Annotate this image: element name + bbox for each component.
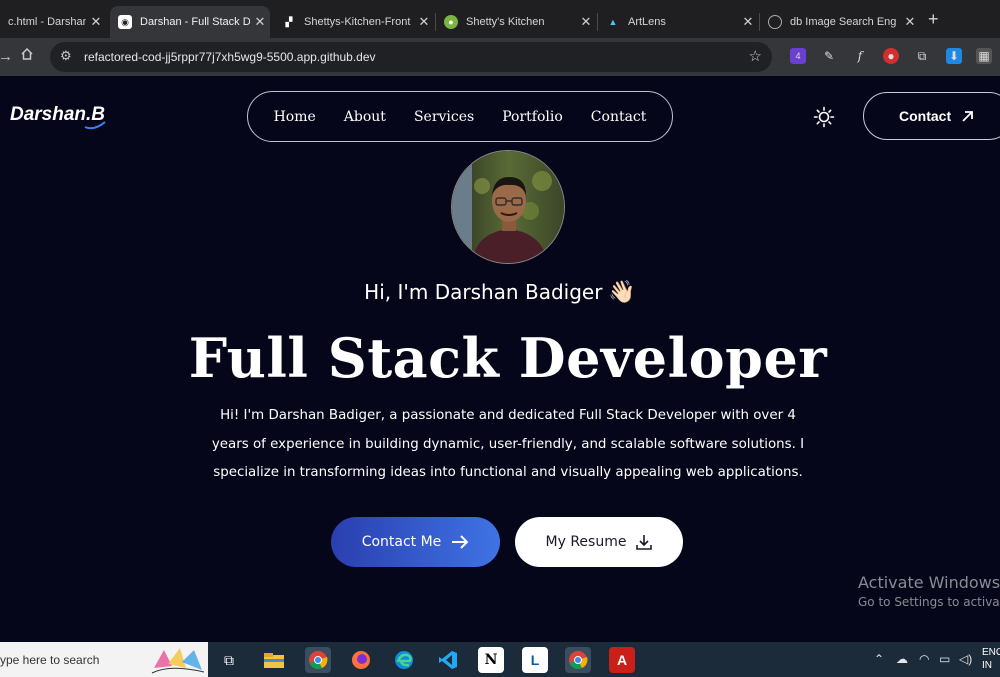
- wifi-icon[interactable]: ◠: [919, 652, 929, 666]
- app-l-icon[interactable]: L: [522, 647, 548, 673]
- tab-title: c.html - Darshan: [8, 16, 86, 28]
- address-bar[interactable]: ⚙ refactored-cod-jj5rppr77j7xh5wg9-5500.…: [50, 42, 772, 72]
- chrome-profile-icon[interactable]: [565, 647, 591, 673]
- main-nav: Home About Services Portfolio Contact: [247, 91, 673, 142]
- chrome-taskbar-icon[interactable]: [305, 647, 331, 673]
- close-tab-icon[interactable]: ✕: [900, 14, 920, 30]
- codespaces-icon: ▞: [285, 16, 293, 27]
- tab-title: db Image Search Eng: [790, 16, 897, 28]
- close-tab-icon[interactable]: ✕: [414, 14, 434, 30]
- tab-image-search[interactable]: db Image Search Eng ✕: [760, 6, 920, 38]
- close-tab-icon[interactable]: ✕: [86, 14, 106, 30]
- tab-shettys-kitchen[interactable]: ● Shetty's Kitchen ✕: [436, 6, 596, 38]
- edge-icon[interactable]: [391, 647, 417, 673]
- profile-photo: [452, 151, 564, 263]
- eyedropper-extension-icon[interactable]: ✎: [821, 48, 837, 64]
- region-code: IN: [982, 660, 992, 671]
- language-code: ENG: [982, 647, 1000, 658]
- file-explorer-icon[interactable]: [261, 647, 287, 673]
- show-hidden-icons-chevron-icon[interactable]: ⌃: [874, 652, 884, 666]
- artlens-favicon-icon: ▲: [608, 17, 618, 27]
- download-extension-icon[interactable]: ⬇: [946, 48, 962, 64]
- activate-windows-watermark: Activate Windows Go to Settings to activ…: [858, 573, 1000, 609]
- close-tab-icon[interactable]: ✕: [250, 14, 270, 30]
- browser-toolbar: → ⚙ refactored-cod-jj5rppr77j7xh5wg9-550…: [0, 38, 1000, 76]
- search-highlight-kites-icon[interactable]: [150, 644, 206, 675]
- new-tab-button[interactable]: +: [928, 9, 939, 30]
- arrow-right-icon: [452, 535, 469, 549]
- waving-hand-icon: 👋🏻: [608, 280, 636, 305]
- greeting-text: Hi, I'm Darshan Badiger: [364, 280, 603, 304]
- tab-title: ArtLens: [628, 16, 666, 28]
- contact-me-label: Contact Me: [361, 534, 442, 550]
- tab-vscode-html[interactable]: c.html - Darshan ✕: [0, 6, 106, 38]
- nav-contact[interactable]: Contact: [591, 109, 647, 125]
- close-tab-icon[interactable]: ✕: [576, 14, 596, 30]
- onedrive-cloud-icon[interactable]: ☁: [896, 652, 908, 666]
- tab-portfolio[interactable]: ◉ Darshan - Full Stack D ✕: [110, 6, 270, 38]
- header-contact-label: Contact: [899, 108, 952, 124]
- tab-title: Darshan - Full Stack D: [140, 16, 250, 28]
- adblock-extension-icon[interactable]: ●: [883, 48, 899, 64]
- portfolio-page: Darshan.B Home About Services Portfolio …: [0, 76, 1000, 642]
- site-favicon-icon: ◉: [118, 15, 132, 29]
- profile-avatar: [451, 150, 565, 264]
- font-extension-icon[interactable]: f: [852, 48, 868, 64]
- acrobat-icon[interactable]: A: [609, 647, 635, 673]
- close-tab-icon[interactable]: ✕: [738, 14, 758, 30]
- url-text[interactable]: refactored-cod-jj5rppr77j7xh5wg9-5500.ap…: [84, 50, 376, 64]
- extensions-menu-icon[interactable]: ▦: [976, 48, 992, 64]
- extension-puzzle-icon[interactable]: 4: [790, 48, 806, 64]
- download-icon: [636, 535, 653, 550]
- home-icon[interactable]: [20, 47, 34, 67]
- forward-arrow-icon[interactable]: →: [0, 47, 13, 67]
- notion-icon[interactable]: N: [478, 647, 504, 673]
- my-resume-button[interactable]: My Resume: [515, 517, 683, 567]
- translate-extension-icon[interactable]: ⧉: [914, 48, 930, 64]
- header-contact-button[interactable]: Contact: [863, 92, 1000, 140]
- globe-icon: [768, 15, 782, 29]
- hero-bio: Hi! I'm Darshan Badiger, a passionate an…: [211, 408, 805, 480]
- nav-home[interactable]: Home: [274, 109, 316, 125]
- logo-swoosh-icon: [84, 121, 106, 130]
- browser-tab-strip: c.html - Darshan ✕ ◉ Darshan - Full Stac…: [0, 0, 1000, 38]
- theme-toggle-sun-icon[interactable]: [813, 106, 835, 128]
- volume-icon[interactable]: ◁): [959, 652, 972, 666]
- tab-github-repo[interactable]: ▞ Shettys-Kitchen-Front ✕: [274, 6, 434, 38]
- task-view-icon[interactable]: ⧉: [216, 647, 242, 673]
- nav-services[interactable]: Services: [414, 109, 474, 125]
- nav-portfolio[interactable]: Portfolio: [502, 109, 563, 125]
- site-settings-icon[interactable]: ⚙: [60, 48, 72, 64]
- search-placeholder: ype here to search: [0, 653, 100, 667]
- tab-title: Shettys-Kitchen-Front: [304, 16, 411, 28]
- language-indicator[interactable]: ENG IN: [982, 646, 1000, 672]
- contact-me-button[interactable]: Contact Me: [331, 517, 500, 567]
- watermark-title: Activate Windows: [858, 573, 1000, 592]
- greeting: Hi, I'm Darshan Badiger 👋🏻: [0, 280, 1000, 305]
- battery-icon[interactable]: ▭: [939, 652, 950, 666]
- tab-title: Shetty's Kitchen: [466, 16, 545, 28]
- extension-badge: 4: [795, 51, 801, 61]
- my-resume-label: My Resume: [545, 534, 627, 550]
- bookmark-star-icon[interactable]: ☆: [749, 47, 762, 65]
- windows-taskbar: ype here to search ⧉ N L A ⌃ ☁ ◠ ▭ ◁) EN…: [0, 642, 1000, 677]
- tab-artlens[interactable]: ▲ ArtLens ✕: [598, 6, 758, 38]
- vscode-icon[interactable]: [435, 647, 461, 673]
- watermark-subtitle: Go to Settings to activate Windows.: [858, 595, 1000, 609]
- arrow-up-right-icon: [962, 110, 974, 122]
- kitchen-favicon-icon: ●: [444, 15, 458, 29]
- hero-headline: Full Stack Developer: [188, 326, 828, 390]
- nav-about[interactable]: About: [344, 109, 386, 125]
- firefox-icon[interactable]: [348, 647, 374, 673]
